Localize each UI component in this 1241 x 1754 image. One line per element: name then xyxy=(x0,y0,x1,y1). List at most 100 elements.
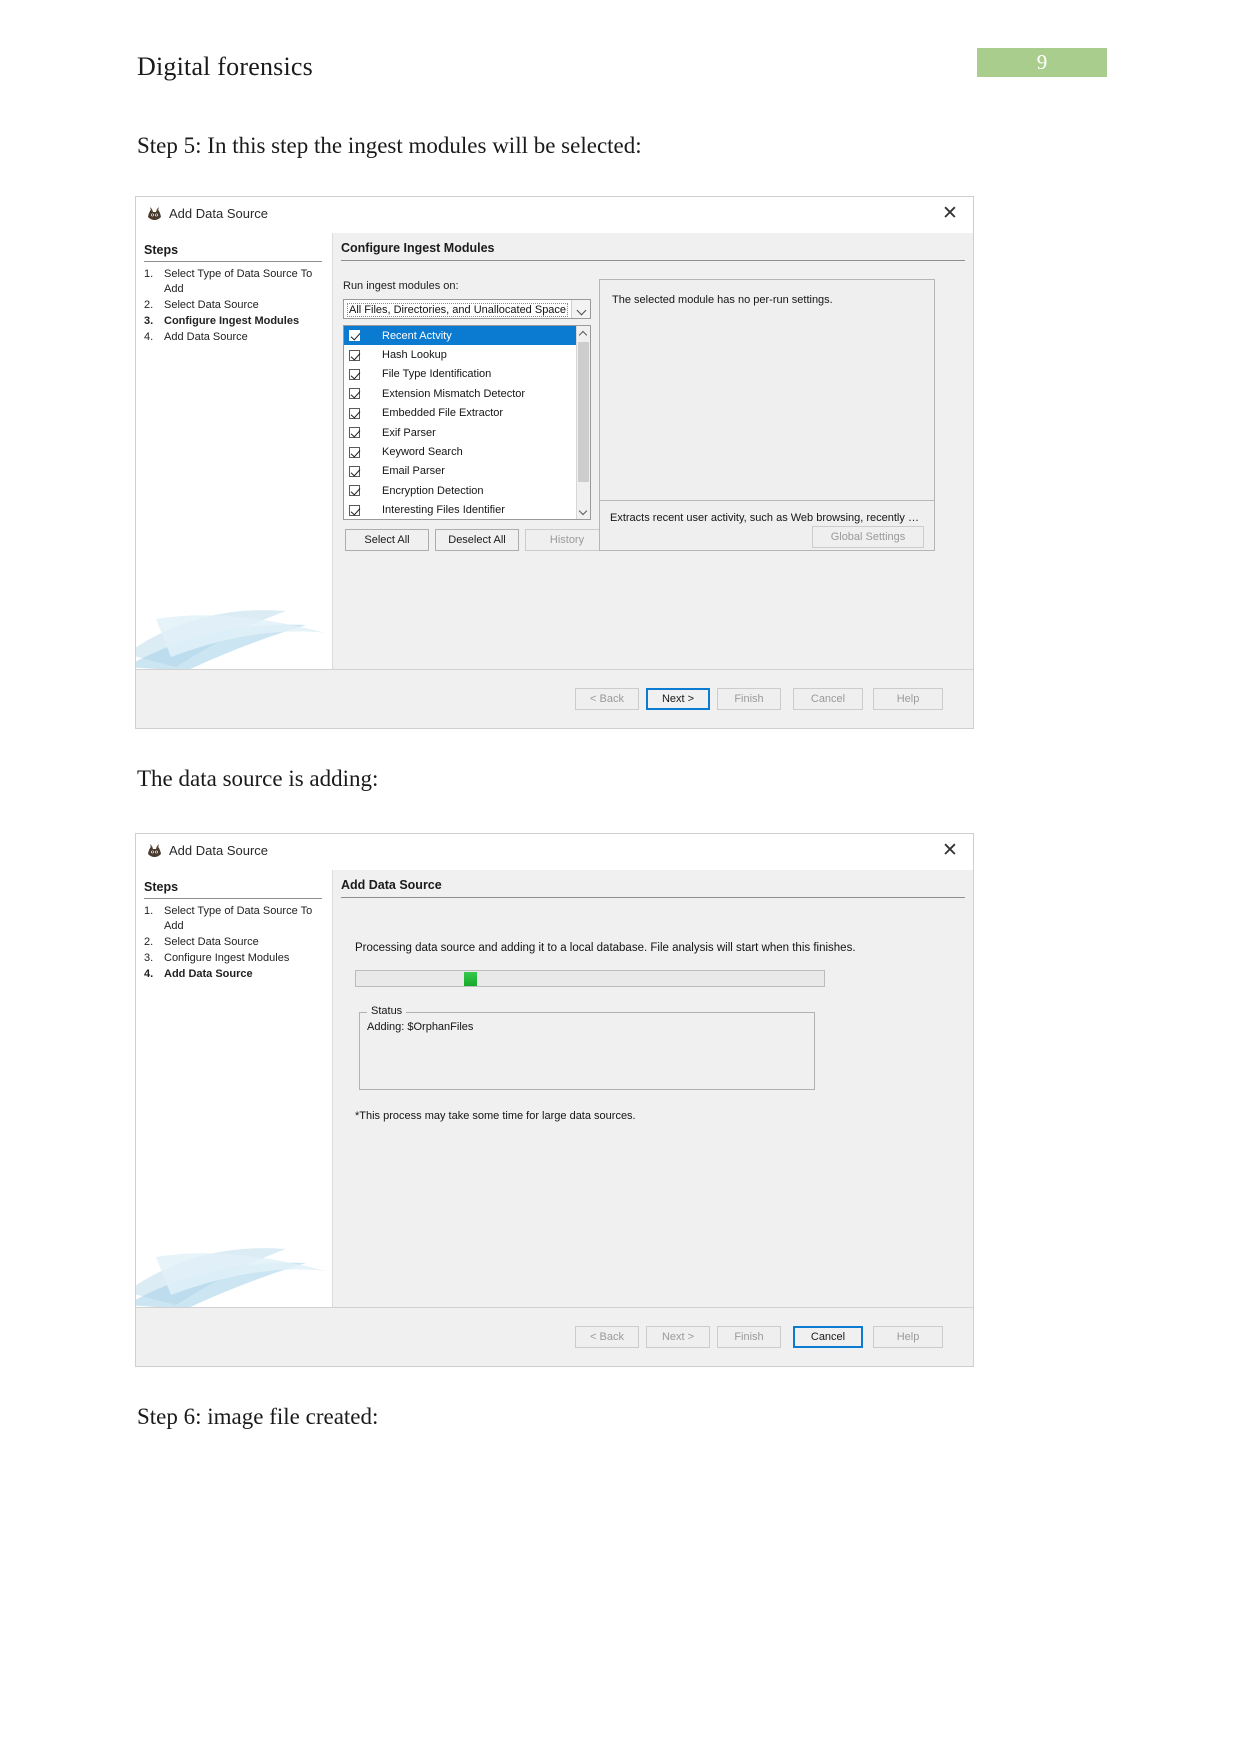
global-settings-button[interactable]: Global Settings xyxy=(812,526,924,548)
module-row[interactable]: Embedded File Extractor xyxy=(344,404,576,423)
help-button[interactable]: Help xyxy=(873,688,943,710)
close-icon[interactable]: ✕ xyxy=(938,840,962,864)
module-label: Hash Lookup xyxy=(382,349,447,362)
cancel-button[interactable]: Cancel xyxy=(793,1326,863,1348)
close-icon[interactable]: ✕ xyxy=(938,203,962,227)
module-label: Embedded File Extractor xyxy=(382,407,504,420)
help-button[interactable]: Help xyxy=(873,1326,943,1348)
page-number-badge: 9 xyxy=(977,48,1107,77)
autopsy-icon xyxy=(146,843,163,860)
run-ingest-modules-label: Run ingest modules on: xyxy=(343,280,459,292)
step-label: Add Data Source xyxy=(164,331,248,343)
module-label: Exif Parser xyxy=(382,426,436,439)
steps-header: Steps xyxy=(144,243,322,262)
dialog-title: Add Data Source xyxy=(169,843,269,858)
module-settings-panel: The selected module has no per-run setti… xyxy=(599,279,935,551)
paragraph-adding: The data source is adding: xyxy=(137,766,379,791)
checkbox-icon[interactable] xyxy=(349,368,360,380)
checkbox-icon[interactable] xyxy=(349,349,360,361)
step-label: Select Data Source xyxy=(164,299,259,311)
module-list-scrollbar[interactable] xyxy=(576,326,590,519)
content-pane: Configure Ingest Modules Run ingest modu… xyxy=(332,233,973,669)
module-row[interactable]: Email Parser xyxy=(344,462,576,481)
cancel-button[interactable]: Cancel xyxy=(793,688,863,710)
autopsy-icon xyxy=(146,206,163,223)
dialog-titlebar: Add Data Source ✕ xyxy=(136,197,973,233)
progress-bar-fill xyxy=(463,972,477,986)
step-number: 4. xyxy=(144,968,154,980)
status-group-legend: Status xyxy=(367,1005,407,1017)
checkbox-icon[interactable] xyxy=(349,330,360,342)
run-on-combobox[interactable]: All Files, Directories, and Unallocated … xyxy=(343,299,591,319)
step-label: Configure Ingest Modules xyxy=(164,952,290,964)
finish-button[interactable]: Finish xyxy=(717,688,781,710)
status-group: Status Adding: $OrphanFiles xyxy=(359,1005,815,1090)
module-label: Recent Actvity xyxy=(382,329,452,342)
scroll-up-icon[interactable] xyxy=(577,326,590,340)
dialog-button-bar: < Back Next > Finish Cancel Help xyxy=(136,1307,973,1366)
chevron-down-icon[interactable] xyxy=(571,300,590,318)
back-button[interactable]: < Back xyxy=(575,688,639,710)
step-number: 3. xyxy=(144,315,154,327)
select-all-button[interactable]: Select All xyxy=(345,529,429,551)
module-row[interactable]: Extension Mismatch Detector xyxy=(344,384,576,403)
module-row[interactable]: Interesting Files Identifier xyxy=(344,501,576,519)
module-label: Keyword Search xyxy=(382,446,463,459)
module-row[interactable]: Keyword Search xyxy=(344,442,576,461)
process-note: *This process may take some time for lar… xyxy=(355,1110,636,1122)
module-row[interactable]: Exif Parser xyxy=(344,423,576,442)
checkbox-icon[interactable] xyxy=(349,504,360,516)
step-label: Select Data Source xyxy=(164,936,259,948)
scroll-down-icon[interactable] xyxy=(577,505,590,519)
dialog-title: Add Data Source xyxy=(169,206,269,221)
steps-item-1: 1. Select Type of Data Source To Add xyxy=(144,267,330,297)
next-button[interactable]: Next > xyxy=(646,1326,710,1348)
step-number: 2. xyxy=(144,299,154,311)
module-row[interactable]: Hash Lookup xyxy=(344,345,576,364)
steps-item-4: 4. Add Data Source xyxy=(144,330,330,345)
checkbox-icon[interactable] xyxy=(349,465,360,477)
content-header: Add Data Source xyxy=(341,878,965,898)
page-header: Digital forensics 9 xyxy=(0,0,1241,110)
steps-item-1: 1. Select Type of Data Source To Add xyxy=(144,904,330,934)
step-number: 2. xyxy=(144,936,154,948)
settings-divider xyxy=(600,500,934,501)
module-row[interactable]: Encryption Detection xyxy=(344,481,576,500)
processing-message: Processing data source and adding it to … xyxy=(355,942,856,954)
content-pane: Add Data Source Processing data source a… xyxy=(332,870,973,1307)
steps-item-3: 3. Configure Ingest Modules xyxy=(144,951,330,966)
step-number: 4. xyxy=(144,331,154,343)
decorative-swoosh xyxy=(136,559,332,669)
module-description-text: Extracts recent user activity, such as W… xyxy=(610,512,924,524)
history-button[interactable]: History xyxy=(525,529,609,551)
checkbox-icon[interactable] xyxy=(349,446,360,458)
checkbox-icon[interactable] xyxy=(349,427,360,439)
module-row[interactable]: File Type Identification xyxy=(344,365,576,384)
checkbox-icon[interactable] xyxy=(349,388,360,400)
back-button[interactable]: < Back xyxy=(575,1326,639,1348)
steps-item-4: 4. Add Data Source xyxy=(144,967,330,982)
status-line: Adding: $OrphanFiles xyxy=(367,1021,474,1033)
no-per-run-settings-text: The selected module has no per-run setti… xyxy=(612,294,833,306)
module-label: Extension Mismatch Detector xyxy=(382,387,526,400)
step-label: Select Type of Data Source To Add xyxy=(164,268,313,295)
checkbox-icon[interactable] xyxy=(349,407,360,419)
module-row[interactable]: Recent Actvity xyxy=(344,326,576,346)
checkbox-icon[interactable] xyxy=(349,485,360,497)
progress-bar xyxy=(355,970,825,987)
module-label: Encryption Detection xyxy=(382,484,484,497)
steps-pane: Steps 1. Select Type of Data Source To A… xyxy=(136,233,332,669)
scrollbar-thumb[interactable] xyxy=(578,342,589,482)
deselect-all-button[interactable]: Deselect All xyxy=(435,529,519,551)
steps-header: Steps xyxy=(144,880,322,899)
steps-item-2: 2. Select Data Source xyxy=(144,298,330,313)
step-number: 1. xyxy=(144,268,154,280)
steps-pane: Steps 1. Select Type of Data Source To A… xyxy=(136,870,332,1307)
finish-button[interactable]: Finish xyxy=(717,1326,781,1348)
module-label: Email Parser xyxy=(382,465,445,478)
step-number: 1. xyxy=(144,905,154,917)
ingest-module-list[interactable]: Recent Actvity Hash Lookup File Type Ident… xyxy=(343,325,591,520)
paragraph-step6: Step 6: image file created: xyxy=(137,1404,379,1429)
next-button[interactable]: Next > xyxy=(646,688,710,710)
dialog-button-bar: < Back Next > Finish Cancel Help xyxy=(136,669,973,728)
